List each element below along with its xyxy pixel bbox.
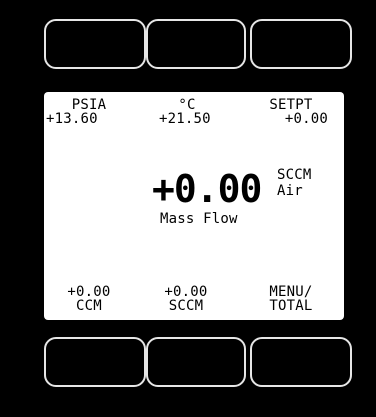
bottom-right-softkey[interactable]: [250, 337, 352, 387]
setpoint-value: +0.00: [284, 111, 328, 127]
standard-flow-label: SCCM: [168, 298, 204, 314]
mass-flow-unit: SCCM: [277, 167, 312, 183]
top-center-softkey[interactable]: [146, 19, 246, 69]
temperature-value: +21.50: [159, 111, 211, 127]
total-label: TOTAL: [269, 298, 313, 314]
volumetric-flow-value: +0.00: [67, 284, 111, 300]
bottom-center-softkey[interactable]: [146, 337, 246, 387]
standard-flow-value: +0.00: [164, 284, 208, 300]
mass-flow-label: Mass Flow: [160, 211, 238, 227]
pressure-value: +13.60: [46, 111, 98, 127]
pressure-label: PSIA: [71, 97, 107, 113]
bottom-left-softkey[interactable]: [44, 337, 146, 387]
top-right-softkey[interactable]: [250, 19, 352, 69]
temperature-label: °C: [178, 97, 196, 113]
mass-flow-value: +0.00: [152, 167, 262, 211]
volumetric-flow-label: CCM: [76, 298, 102, 314]
setpoint-label: SETPT: [269, 97, 313, 113]
gas-type: Air: [277, 183, 303, 199]
menu-label: MENU/: [269, 284, 313, 300]
top-left-softkey[interactable]: [44, 19, 146, 69]
lcd-display: PSIA +13.60 °C +21.50 SETPT +0.00 +0.00 …: [44, 92, 344, 320]
flow-meter-panel: PSIA +13.60 °C +21.50 SETPT +0.00 +0.00 …: [0, 0, 376, 417]
